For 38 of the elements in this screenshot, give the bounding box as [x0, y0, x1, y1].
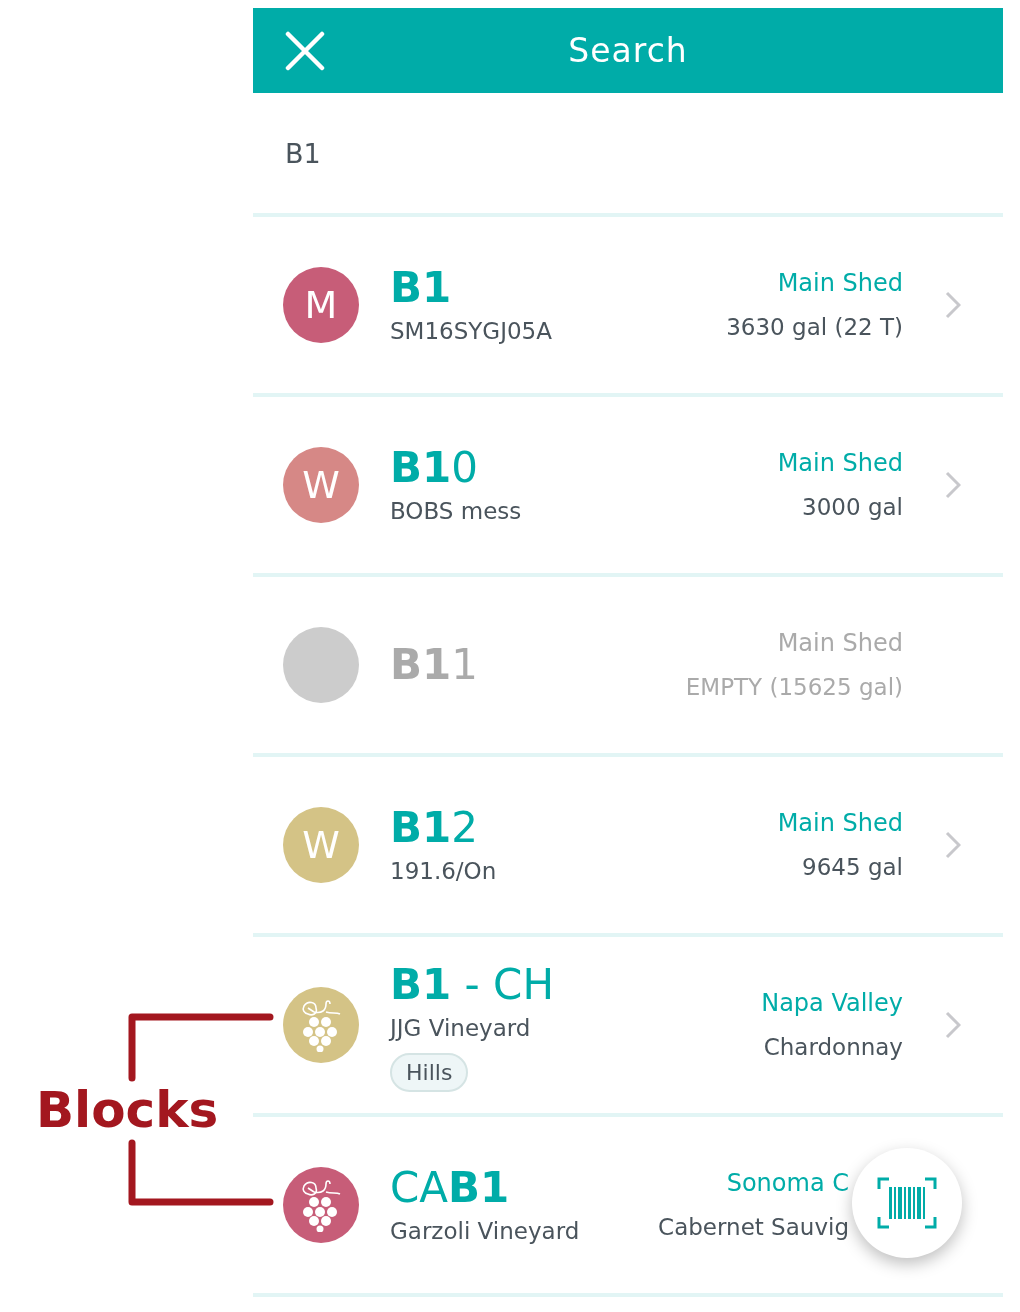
chevron-icon[interactable] — [945, 831, 961, 859]
result-title: B11 — [390, 639, 478, 691]
tag-chip: Hills — [390, 1052, 469, 1092]
volume-label: 3630 gal (22 T) — [726, 313, 903, 342]
result-subtitle: BOBS mess — [390, 497, 522, 526]
scan-button[interactable] — [852, 1148, 962, 1258]
result-title: B1 — [390, 262, 452, 314]
result-title: CAB1 — [390, 1162, 510, 1214]
result-title: B1 - CH — [390, 958, 554, 1011]
grape-icon — [300, 1178, 342, 1232]
result-title: B10 — [390, 442, 478, 494]
result-subtitle: 191.6/On — [390, 857, 497, 886]
result-subtitle: SM16SYGJ05A — [390, 317, 552, 346]
result-subtitle: Garzoli Vineyard — [390, 1217, 580, 1246]
header-title: Search — [568, 31, 688, 70]
location-label: Main Shed — [777, 808, 903, 839]
result-title: B12 — [390, 802, 478, 854]
close-icon[interactable] — [285, 30, 325, 71]
result-subtitle: JJG Vineyard — [390, 1013, 531, 1043]
barcode-icon — [877, 1177, 937, 1229]
avatar-badge: M — [283, 267, 359, 343]
location-label: Main Shed — [777, 448, 903, 479]
avatar-badge: W — [283, 807, 359, 883]
volume-label: EMPTY (15625 gal) — [685, 673, 903, 702]
location-label: Main Shed — [777, 628, 903, 659]
volume-label: 3000 gal — [802, 493, 903, 522]
chevron-icon[interactable] — [945, 471, 961, 499]
volume-label: Cabernet Sauvig — [658, 1213, 849, 1242]
location-label: Napa Valley — [761, 988, 903, 1019]
location-label: Sonoma C — [726, 1168, 849, 1199]
volume-label: Chardonnay — [763, 1033, 903, 1062]
annotation-label: Blocks — [36, 1080, 219, 1141]
volume-label: 9645 gal — [802, 853, 903, 882]
chevron-icon[interactable] — [945, 291, 961, 319]
avatar-badge: W — [283, 447, 359, 523]
grape-icon — [300, 998, 342, 1052]
chevron-icon[interactable] — [945, 1011, 961, 1039]
location-label: Main Shed — [777, 268, 903, 299]
